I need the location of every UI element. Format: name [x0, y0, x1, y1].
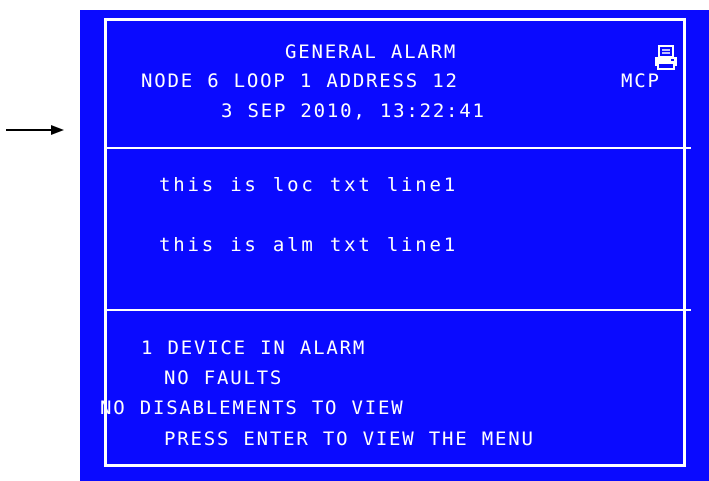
alarm-text-line: this is alm txt line1: [159, 234, 459, 256]
alarm-location: NODE 6 LOOP 1 ADDRESS 12: [141, 70, 459, 92]
disablements-status: NO DISABLEMENTS TO VIEW: [100, 397, 405, 419]
devices-in-alarm-status: 1 DEVICE IN ALARM: [141, 337, 367, 359]
device-type-label: MCP: [621, 70, 661, 92]
alarm-panel-display: GENERAL ALARM NODE 6 LOOP 1 ADDRESS 12 M…: [80, 10, 709, 481]
menu-prompt: PRESS ENTER TO VIEW THE MENU: [164, 428, 535, 450]
header-divider: [105, 147, 691, 149]
status-divider: [105, 309, 691, 311]
arrow-right-icon: [6, 125, 64, 135]
alarm-datetime: 3 SEP 2010, 13:22:41: [221, 100, 486, 122]
location-text-line: this is loc txt line1: [159, 174, 459, 196]
print-icon[interactable]: [654, 45, 678, 71]
faults-status: NO FAULTS: [164, 367, 284, 389]
alarm-title: GENERAL ALARM: [285, 41, 458, 63]
